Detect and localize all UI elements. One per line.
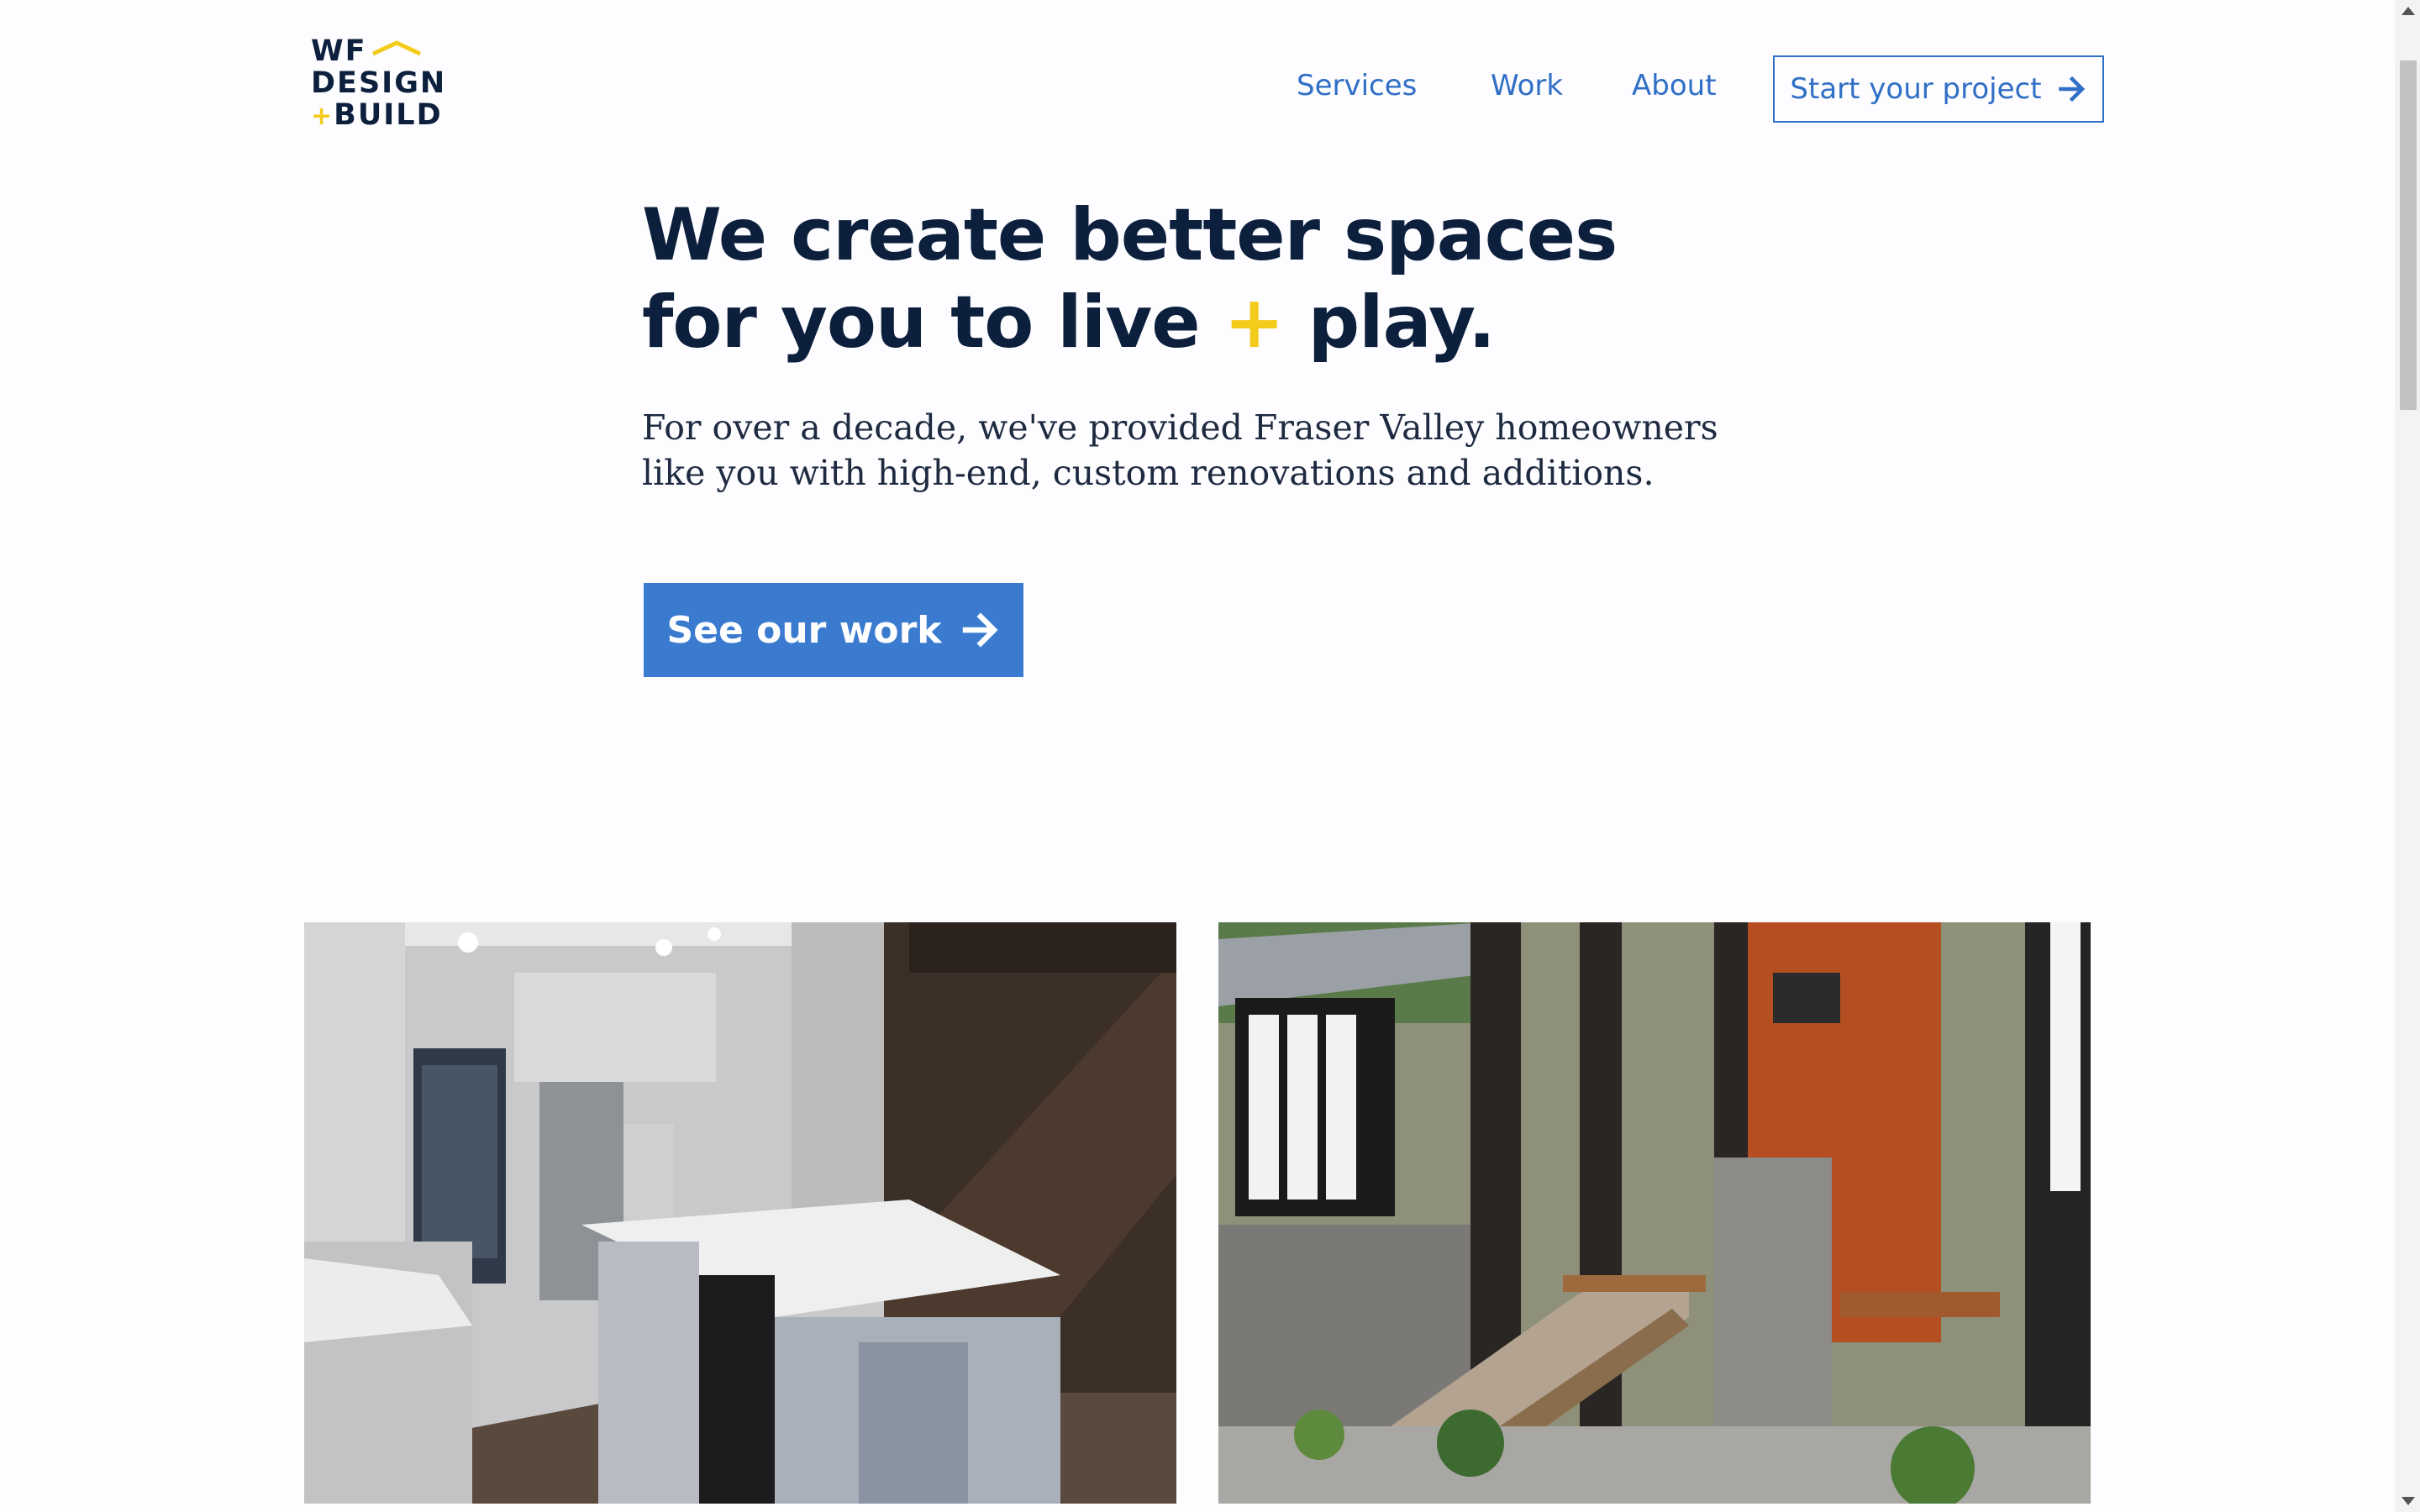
scroll-thumb[interactable]: [2400, 60, 2417, 410]
hero-title-plus: +: [1223, 281, 1285, 365]
hero-title-line-2a: for you to live: [642, 281, 1201, 365]
start-project-label: Start your project: [1790, 72, 2042, 106]
roof-icon: [371, 40, 422, 56]
start-project-button[interactable]: Start your project: [1773, 55, 2104, 123]
arrow-right-icon: [2058, 76, 2085, 102]
logo-line-2: DESIGN: [311, 66, 447, 100]
hero-subtitle: For over a decade, we've provided Fraser…: [642, 407, 1718, 493]
logo-line-3: +BUILD: [311, 101, 443, 130]
see-our-work-button[interactable]: See our work: [644, 583, 1023, 677]
scroll-down-arrow-icon[interactable]: [2402, 1497, 2415, 1505]
brand-logo[interactable]: WF DESIGN +BUILD: [308, 34, 445, 136]
hero-title-line-2b: play.: [1307, 281, 1496, 365]
nav-link-services[interactable]: Services: [1297, 69, 1417, 102]
kitchen-photo[interactable]: [304, 922, 1176, 1504]
vertical-scrollbar[interactable]: [2395, 0, 2420, 1512]
arrow-right-icon: [962, 612, 998, 648]
hero-title: We create better spaces for you to live …: [642, 192, 1734, 366]
logo-line-1: WF: [311, 34, 367, 68]
house-porch-illustration: [1218, 922, 2091, 1504]
logo-line-3-text: BUILD: [334, 98, 443, 132]
house-porch-photo[interactable]: [1218, 922, 2091, 1504]
kitchen-illustration: [304, 922, 1176, 1504]
nav-link-work[interactable]: Work: [1491, 69, 1563, 102]
logo-plus: +: [311, 102, 334, 131]
see-our-work-label: See our work: [666, 608, 942, 652]
hero-title-line-1: We create better spaces: [642, 193, 1618, 277]
nav-link-about[interactable]: About: [1632, 69, 1717, 102]
scroll-up-arrow-icon[interactable]: [2402, 7, 2415, 15]
